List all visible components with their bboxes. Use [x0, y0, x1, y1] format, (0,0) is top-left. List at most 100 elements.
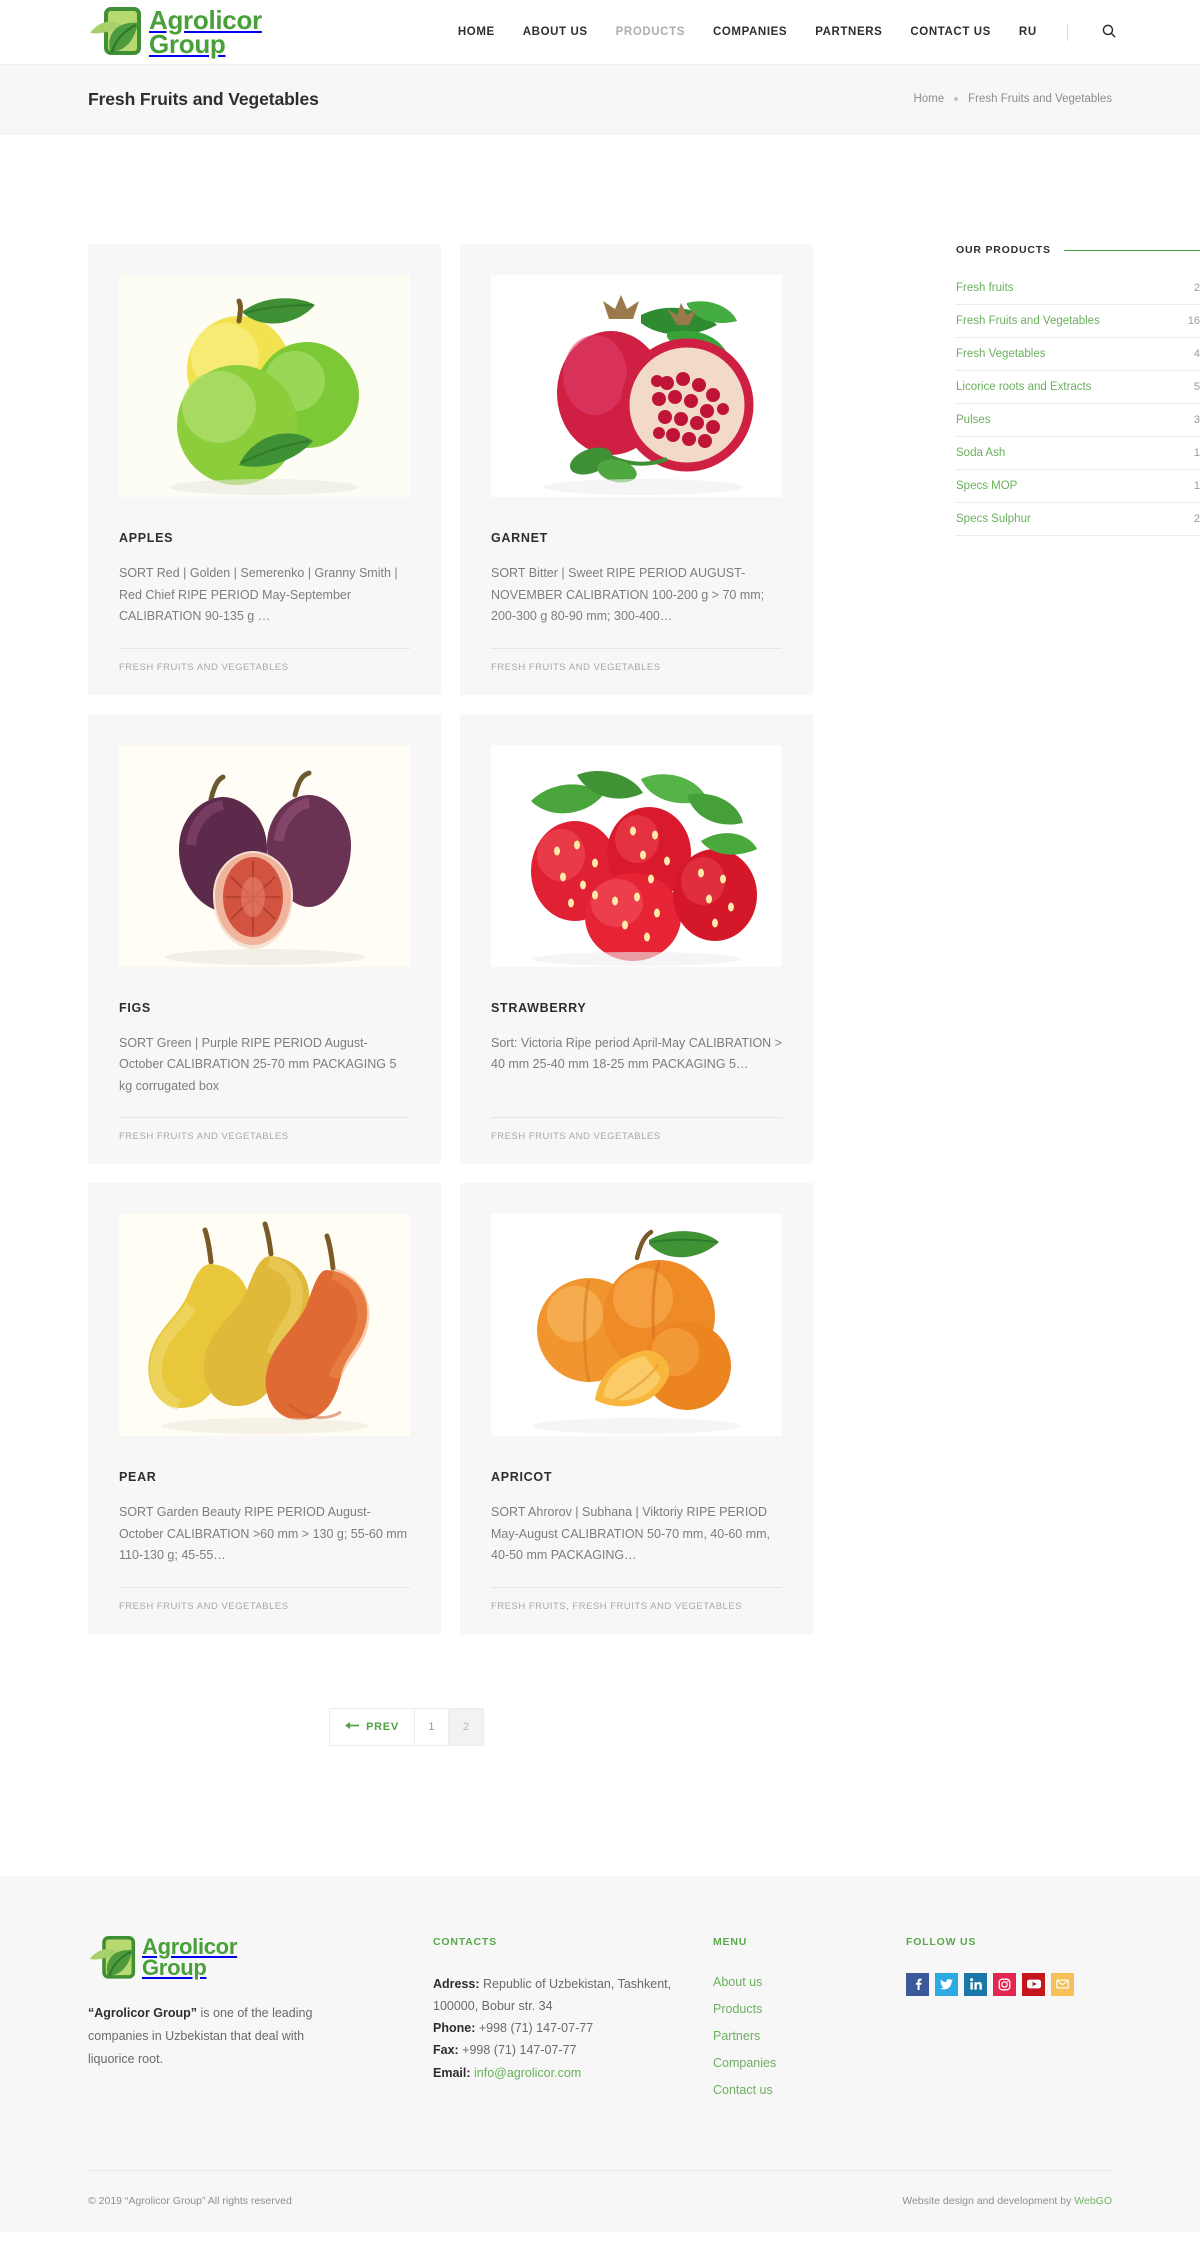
- footer-email-link[interactable]: info@agrolicor.com: [474, 2066, 581, 2080]
- pagination: PREV 1 2: [329, 1707, 484, 1746]
- sidebar-item-count: 1: [1193, 447, 1200, 459]
- linkedin-icon[interactable]: [964, 1972, 987, 1996]
- nav-item-partners[interactable]: PARTNERS: [815, 26, 882, 38]
- product-description: SORT Red | Golden | Semerenko | Granny S…: [119, 566, 398, 623]
- sidebar-item-count: 4: [1193, 348, 1200, 360]
- product-card[interactable]: GARNET SORT Bitter | Sweet RIPE PERIOD A…: [460, 244, 813, 695]
- nav-item-contact-us[interactable]: CONTACT US: [910, 26, 991, 38]
- nav-item-companies[interactable]: COMPANIES: [713, 26, 787, 38]
- sidebar-item-count: 1: [1193, 480, 1200, 492]
- product-image-figs[interactable]: [119, 744, 410, 967]
- sidebar-item-label[interactable]: Specs Sulphur: [956, 513, 1031, 525]
- sidebar-item-specs-sulphur[interactable]: Specs Sulphur 2: [956, 503, 1200, 536]
- footer-menu-partners[interactable]: Partners: [713, 2029, 760, 2043]
- page-title: Fresh Fruits and Vegetables: [88, 88, 319, 109]
- email-icon[interactable]: [1051, 1972, 1074, 1996]
- youtube-icon[interactable]: [1022, 1972, 1045, 1996]
- pagination-prev-button[interactable]: PREV: [330, 1708, 415, 1745]
- product-image-apples[interactable]: [119, 275, 410, 497]
- instagram-icon[interactable]: [993, 1972, 1016, 1996]
- footer-menu-item[interactable]: Contact us: [713, 2081, 888, 2099]
- footer-menu-item[interactable]: Products: [713, 2000, 888, 2018]
- facebook-icon[interactable]: [906, 1972, 929, 1996]
- footer-phone-row: Phone: +998 (71) 147-07-77: [433, 2017, 695, 2039]
- product-card[interactable]: APRICOT SORT Ahrorov | Subhana | Viktori…: [460, 1183, 813, 1634]
- sidebar-item-count: 3: [1193, 414, 1200, 426]
- product-card[interactable]: FIGS SORT Green | Purple RIPE PERIOD Aug…: [88, 713, 441, 1164]
- product-image-apricot[interactable]: [491, 1214, 782, 1436]
- credit-link[interactable]: WebGO: [1074, 2195, 1112, 2207]
- product-description: SORT Garden Beauty RIPE PERIOD August-Oc…: [119, 1505, 408, 1562]
- breadcrumb-current: Fresh Fruits and Vegetables: [968, 93, 1112, 105]
- sidebar: OUR PRODUCTS Fresh fruits 2 Fresh Fruits…: [956, 244, 1200, 536]
- logo-line-2: Group: [149, 29, 226, 59]
- sidebar-item-count: 2: [1193, 513, 1200, 525]
- sidebar-item-label[interactable]: Pulses: [956, 414, 991, 426]
- footer-copyright-bar: © 2019 “Agrolicor Group” All rights rese…: [88, 2169, 1112, 2232]
- footer-logo[interactable]: Agrolicor Group: [88, 1935, 338, 1980]
- footer-about-column: Agrolicor Group “Agrolicor Group” is one…: [88, 1935, 338, 2071]
- sidebar-item-fresh-fruits-and-vegetables[interactable]: Fresh Fruits and Vegetables 16: [956, 305, 1200, 338]
- search-button[interactable]: [1098, 24, 1120, 41]
- nav-item-products[interactable]: PRODUCTS: [616, 26, 685, 38]
- footer-menu-list: About us Products Partners Companies Con…: [713, 1973, 888, 2099]
- footer-social-column: FOLLOW US: [906, 1936, 1112, 1996]
- breadcrumb-home[interactable]: Home: [913, 93, 944, 105]
- product-image-pear[interactable]: [119, 1214, 410, 1436]
- credit-text: Website design and development by: [902, 2195, 1072, 2207]
- sidebar-item-soda-ash[interactable]: Soda Ash 1: [956, 437, 1200, 470]
- product-card[interactable]: STRAWBERRY Sort: Victoria Ripe period Ap…: [460, 713, 813, 1164]
- pagination-page-2[interactable]: 2: [448, 1708, 483, 1745]
- footer-address-row: Adress: Republic of Uzbekistan, Tashkent…: [433, 1973, 695, 2018]
- product-card-body: APRICOT SORT Ahrorov | Subhana | Viktori…: [491, 1436, 782, 1567]
- footer-menu-products[interactable]: Products: [713, 2002, 762, 2016]
- footer-menu-companies[interactable]: Companies: [713, 2056, 776, 2070]
- twitter-icon[interactable]: [935, 1972, 958, 1996]
- credit-block: Website design and development by WebGO: [902, 2195, 1112, 2207]
- nav-item-home[interactable]: HOME: [458, 26, 495, 38]
- site-logo[interactable]: Agrolicor Group: [88, 7, 262, 57]
- arrow-left-icon: [345, 1721, 360, 1733]
- footer-logo-wordmark: Agrolicor Group: [142, 1935, 237, 1978]
- product-categories: FRESH FRUITS AND VEGETABLES: [119, 1586, 410, 1634]
- product-card-body: APPLES SORT Red | Golden | Semerenko | G…: [119, 497, 410, 628]
- footer-about-text: “Agrolicor Group” is one of the leading …: [88, 2002, 338, 2071]
- sidebar-item-fresh-fruits[interactable]: Fresh fruits 2: [956, 272, 1200, 305]
- footer-contacts-column: CONTACTS Adress: Republic of Uzbekistan,…: [433, 1936, 695, 2084]
- product-card[interactable]: PEAR SORT Garden Beauty RIPE PERIOD Augu…: [88, 1183, 441, 1634]
- breadcrumb: Home Fresh Fruits and Vegetables: [913, 93, 1112, 105]
- footer-menu-item[interactable]: Partners: [713, 2027, 888, 2045]
- sidebar-item-label[interactable]: Fresh Fruits and Vegetables: [956, 315, 1100, 327]
- footer-menu-item[interactable]: About us: [713, 1973, 888, 1991]
- footer-menu-contact-us[interactable]: Contact us: [713, 2083, 773, 2097]
- sidebar-item-label[interactable]: Fresh Vegetables: [956, 348, 1046, 360]
- sidebar-item-fresh-vegetables[interactable]: Fresh Vegetables 4: [956, 338, 1200, 371]
- sidebar-item-label[interactable]: Fresh fruits: [956, 282, 1014, 294]
- product-categories: FRESH FRUITS AND VEGETABLES: [491, 647, 782, 695]
- product-image-strawberry[interactable]: [491, 744, 782, 967]
- sidebar-item-count: 2: [1193, 282, 1200, 294]
- product-categories: FRESH FRUITS AND VEGETABLES: [119, 1117, 410, 1164]
- site-header: Agrolicor Group HOME ABOUT US PRODUCTS C…: [0, 0, 1200, 65]
- product-card[interactable]: APPLES SORT Red | Golden | Semerenko | G…: [88, 244, 441, 695]
- footer-email-row: Email: info@agrolicor.com: [433, 2062, 695, 2084]
- sidebar-item-pulses[interactable]: Pulses 3: [956, 404, 1200, 437]
- product-image-garnet[interactable]: [491, 275, 782, 497]
- main-navigation: HOME ABOUT US PRODUCTS COMPANIES PARTNER…: [458, 23, 1120, 41]
- pagination-page-1[interactable]: 1: [415, 1708, 449, 1745]
- sidebar-item-specs-mop[interactable]: Specs MOP 1: [956, 470, 1200, 503]
- sidebar-item-label[interactable]: Specs MOP: [956, 480, 1017, 492]
- product-title: GARNET: [491, 531, 548, 545]
- footer-menu-about-us[interactable]: About us: [713, 1975, 762, 1989]
- product-categories: FRESH FRUITS AND VEGETABLES: [491, 1116, 782, 1164]
- sidebar-item-label[interactable]: Licorice roots and Extracts: [956, 381, 1092, 393]
- footer-follow-heading: FOLLOW US: [906, 1935, 977, 1948]
- sidebar-item-label[interactable]: Soda Ash: [956, 447, 1005, 459]
- footer-menu-item[interactable]: Companies: [713, 2054, 888, 2072]
- search-icon: [1102, 24, 1116, 41]
- nav-item-about-us[interactable]: ABOUT US: [523, 26, 588, 38]
- footer-email-label: Email:: [433, 2065, 471, 2080]
- product-grid: APPLES SORT Red | Golden | Semerenko | G…: [88, 244, 813, 1634]
- nav-item-ru[interactable]: RU: [1019, 26, 1037, 38]
- sidebar-item-licorice-roots-and-extracts[interactable]: Licorice roots and Extracts 5: [956, 371, 1200, 404]
